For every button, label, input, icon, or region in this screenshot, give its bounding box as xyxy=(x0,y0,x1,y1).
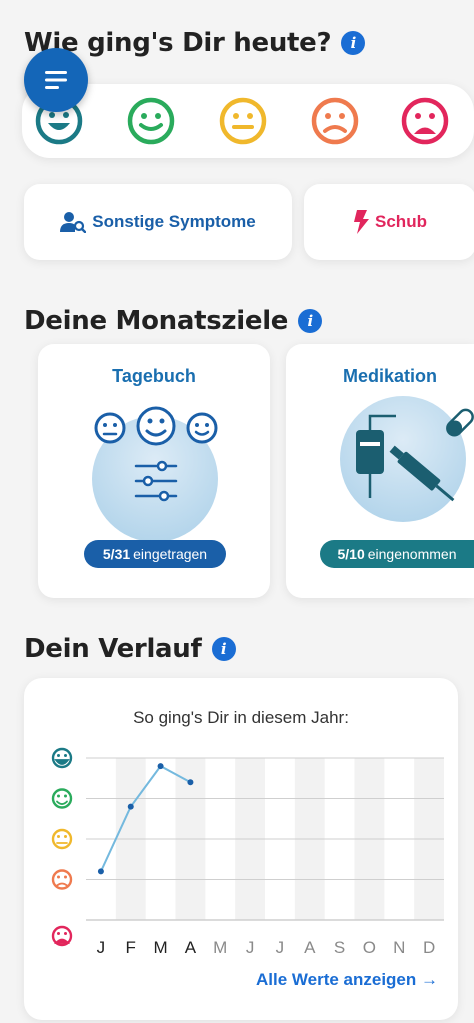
medication-progress-suffix: eingenommen xyxy=(367,546,457,562)
mood-bad-icon[interactable] xyxy=(310,96,360,146)
month-label: N xyxy=(393,938,406,957)
mood-very-bad-icon[interactable] xyxy=(400,96,450,146)
month-label: J xyxy=(275,938,285,957)
y-axis-mood-good-icon xyxy=(51,788,73,809)
month-label: F xyxy=(125,938,136,957)
diary-progress-badge: 5/31 eingetragen xyxy=(84,540,226,568)
medication-icon xyxy=(356,408,474,502)
diary-progress-suffix: eingetragen xyxy=(133,546,208,562)
y-axis-mood-bad-icon xyxy=(51,869,73,890)
show-all-values-link[interactable]: Alle Werte anzeigen → xyxy=(256,970,438,990)
lightning-bolt-icon xyxy=(354,210,370,234)
goal-card-diary[interactable]: Tagebuch 5/31 eingetragen xyxy=(38,344,270,598)
history-chart xyxy=(51,747,444,947)
mood-neutral-icon[interactable] xyxy=(218,96,268,146)
other-symptoms-label: Sonstige Symptome xyxy=(92,212,256,231)
y-axis-mood-neutral-icon xyxy=(51,828,73,850)
month-label: S xyxy=(333,938,346,957)
month-label: J xyxy=(245,938,255,957)
history-title: Dein Verlauf i xyxy=(24,634,236,664)
menu-button[interactable] xyxy=(24,48,88,112)
relapse-label: Schub xyxy=(375,212,427,231)
diary-progress-count: 5/31 xyxy=(102,546,131,562)
chart-data-point xyxy=(187,779,194,786)
chart-data-point xyxy=(97,868,104,875)
medication-progress-count: 5/10 xyxy=(337,546,365,562)
mood-selector xyxy=(22,84,474,158)
medication-progress-badge: 5/10 eingenommen xyxy=(320,540,474,568)
history-title-text: Dein Verlauf xyxy=(24,634,202,664)
info-icon[interactable]: i xyxy=(341,31,366,55)
month-label: M xyxy=(153,938,168,957)
month-label: M xyxy=(213,938,228,957)
info-icon[interactable]: i xyxy=(211,637,236,661)
y-axis-mood-very-bad-icon xyxy=(51,925,73,947)
month-label: A xyxy=(184,938,197,957)
month-label: J xyxy=(96,938,106,957)
mood-good-icon[interactable] xyxy=(126,96,176,146)
y-axis-mood-very-good-icon xyxy=(51,747,73,769)
goals-title-text: Deine Monatsziele xyxy=(24,306,289,336)
goal-label-medication: Medikation xyxy=(342,366,437,386)
info-icon[interactable]: i xyxy=(298,309,323,333)
goal-label-diary: Tagebuch xyxy=(112,366,196,386)
chart-data-point xyxy=(157,763,164,770)
history-chart-card: So ging's Dir in diesem Jahr: JFMAMJJASO… xyxy=(24,678,458,1020)
person-search-icon xyxy=(60,212,87,233)
month-label: D xyxy=(422,938,436,957)
goals-title: Deine Monatsziele i xyxy=(24,306,323,336)
month-label: O xyxy=(362,938,377,957)
relapse-button[interactable]: Schub xyxy=(304,184,474,260)
month-label: A xyxy=(304,938,316,957)
diary-faces-icon xyxy=(94,406,218,502)
other-symptoms-button[interactable]: Sonstige Symptome xyxy=(24,184,292,260)
hamburger-menu-icon xyxy=(45,71,67,89)
goal-card-medication[interactable]: Medikation 5/10 eingenommen xyxy=(286,344,474,598)
chart-data-point xyxy=(127,803,134,810)
